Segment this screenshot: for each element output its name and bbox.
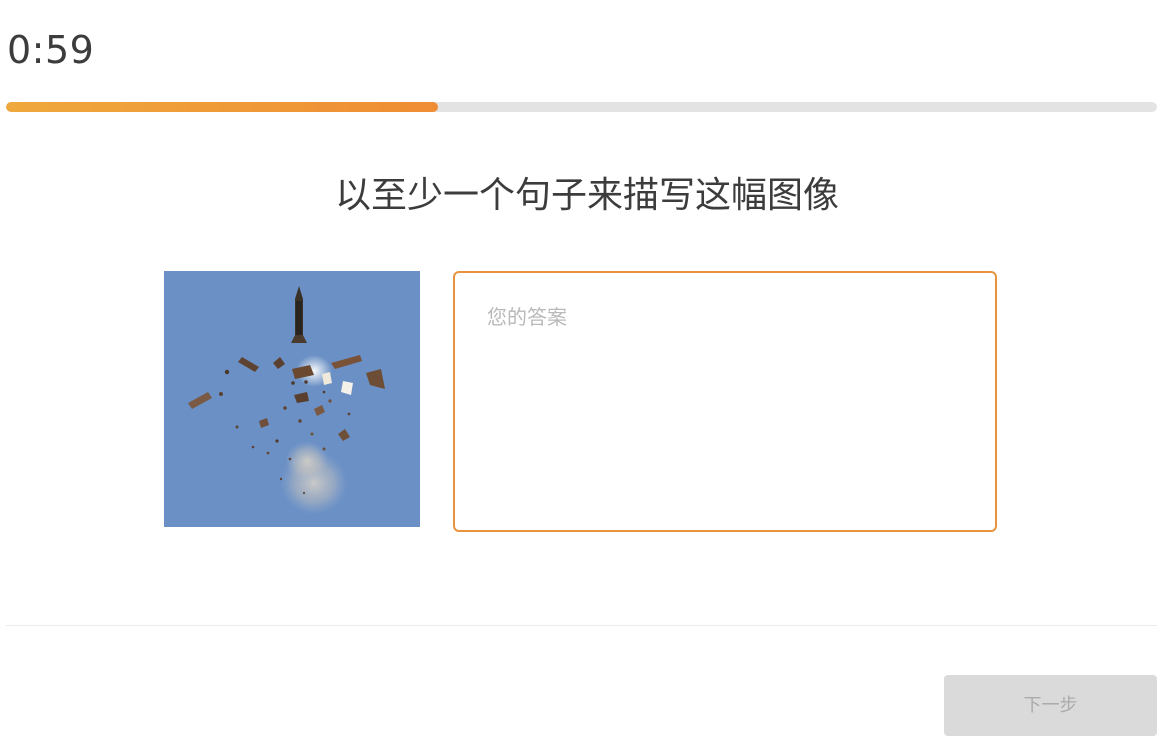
question-image xyxy=(164,271,420,527)
footer-divider xyxy=(6,625,1157,626)
countdown-timer: 0:59 xyxy=(7,28,95,72)
next-button[interactable]: 下一步 xyxy=(944,675,1157,736)
rocket-explosion-illustration xyxy=(164,271,420,527)
progress-bar-fill xyxy=(6,102,438,112)
question-prompt: 以至少一个句子来描写这幅图像 xyxy=(334,175,839,216)
progress-bar xyxy=(6,102,1157,112)
answer-textarea[interactable] xyxy=(453,271,997,532)
page: 0:59 以至少一个句子来描写这幅图像 您的答案 下一步 xyxy=(0,0,1174,742)
